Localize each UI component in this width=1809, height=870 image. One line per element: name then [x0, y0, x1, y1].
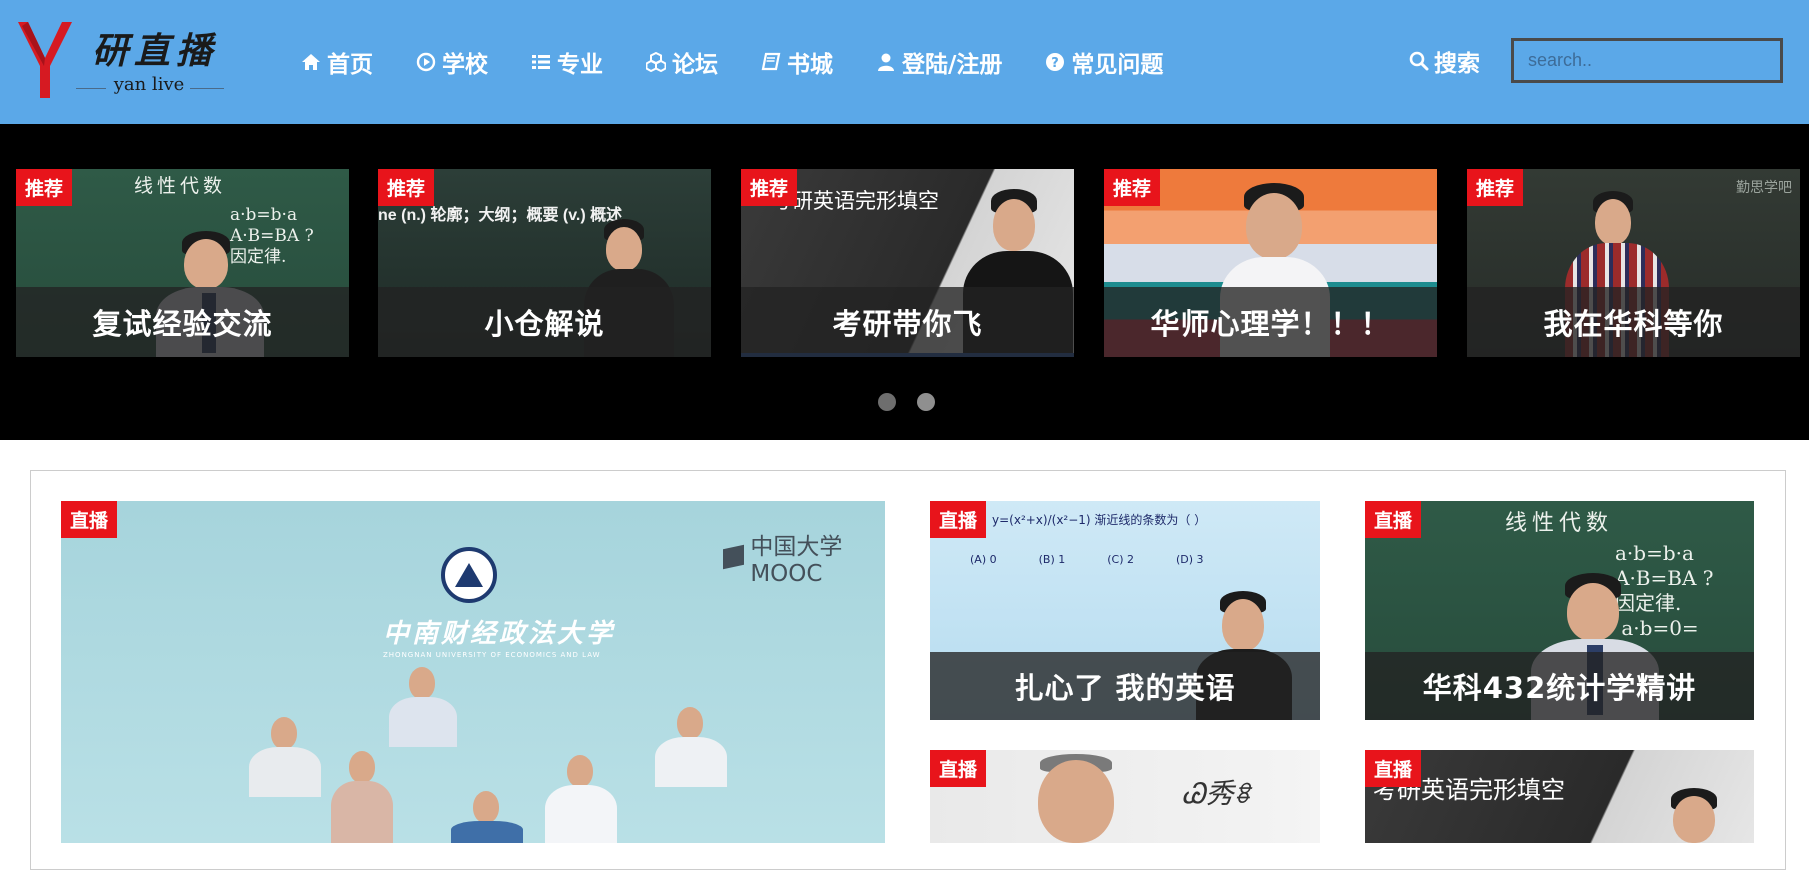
slide-title: 华师心理学！！！ — [1104, 287, 1437, 357]
nav-label: 首页 — [327, 52, 373, 78]
main-nav: 首页 学校 专业 论坛 书城 登陆/注册 ? 常见问题 — [300, 44, 1205, 80]
carousel-slide[interactable]: 勤思学吧 推荐 我在华科等你 — [1467, 169, 1800, 357]
nav-label: 书城 — [787, 52, 833, 78]
slide-title: 复试经验交流 — [16, 287, 349, 357]
recommended-badge: 推荐 — [1467, 169, 1524, 206]
live-thumbnail: Ꮚ秀ꗊ — [930, 750, 1320, 843]
search-icon — [1408, 50, 1430, 72]
search-button[interactable]: 搜索 — [1408, 44, 1480, 78]
carousel-pagination — [878, 393, 956, 411]
nav-item-forum[interactable]: 论坛 — [645, 45, 718, 79]
carousel-slide[interactable]: 线性代数 a·b=b·a A·B=BA ? 因定律. 推荐 复试经验交流 — [16, 169, 349, 357]
live-badge: 直播 — [1365, 501, 1422, 538]
nav-item-faq[interactable]: ? 常见问题 — [1044, 45, 1163, 79]
recommended-badge: 推荐 — [1104, 169, 1161, 206]
faculty-figure — [385, 667, 461, 747]
logo-english-text: yan live — [113, 74, 185, 95]
svg-text:?: ? — [1052, 56, 1060, 71]
slide-watermark: 勤思学吧 — [1736, 180, 1792, 196]
live-card-title: 扎心了 我的英语 — [930, 652, 1320, 720]
logo-divider — [190, 88, 224, 89]
search-label: 搜索 — [1434, 51, 1480, 77]
slide-title: 我在华科等你 — [1467, 287, 1800, 357]
nav-label: 常见问题 — [1071, 52, 1164, 78]
nav-item-school[interactable]: 学校 — [415, 45, 488, 79]
mooc-label: 中国大学MOOC — [750, 534, 843, 587]
nav-item-home[interactable]: 首页 — [300, 45, 373, 79]
live-card[interactable]: Ꮚ秀ꗊ 直播 — [930, 750, 1320, 843]
mooc-icon — [723, 544, 745, 570]
logo-chinese-text: 研直播 — [92, 30, 219, 72]
nav-label: 论坛 — [672, 52, 718, 78]
signature-graphic: Ꮚ秀ꗊ — [1182, 777, 1251, 810]
nav-label: 学校 — [442, 52, 488, 78]
university-name: 中南财经政法大学 — [383, 619, 616, 649]
question-circle-icon: ? — [1044, 51, 1066, 73]
slide-question-text: y=(x²+x)/(x²−1) 渐近线的条数为（ ） — [992, 513, 1207, 527]
carousel-slide[interactable]: 考研英语完形填空 推荐 考研带你飞 — [741, 169, 1074, 357]
lecturer-figure — [1022, 754, 1132, 843]
chalkboard-text: 线性代数 — [1505, 511, 1614, 536]
chalkboard-text: 线性代数 — [134, 175, 227, 197]
slide-title: 小仓解说 — [378, 287, 711, 357]
carousel-slide[interactable]: 推荐 华师心理学！！！ — [1104, 169, 1437, 357]
nav-item-login[interactable]: 登陆/注册 — [875, 45, 1002, 79]
university-name-en: ZHONGNAN UNIVERSITY OF ECONOMICS AND LAW — [383, 651, 601, 659]
faculty-figure — [541, 755, 621, 843]
live-card-title: 华科432统计学精讲 — [1365, 652, 1754, 720]
faculty-figure — [245, 717, 325, 797]
nav-item-major[interactable]: 专业 — [530, 45, 603, 79]
live-badge: 直播 — [930, 501, 987, 538]
site-logo[interactable]: 研直播 yan live — [14, 18, 224, 106]
lecturer-figure — [1647, 788, 1743, 843]
live-card[interactable]: 线性代数 a·b=b·a A·B=BA ? 因定律. a·b=0= 直播 华科432… — [1365, 501, 1754, 720]
home-icon — [300, 51, 322, 73]
university-emblem-icon — [441, 547, 497, 603]
featured-thumbnail: 中国大学MOOC 中南财经政法大学 ZHONGNAN UNIVERSITY OF… — [61, 501, 885, 843]
featured-live-card[interactable]: 中国大学MOOC 中南财经政法大学 ZHONGNAN UNIVERSITY OF… — [61, 501, 885, 843]
nav-label: 专业 — [557, 52, 603, 78]
slide-title: 考研带你飞 — [741, 287, 1074, 357]
carousel-dot-1[interactable] — [878, 393, 896, 411]
mooc-watermark: 中国大学MOOC — [723, 527, 885, 587]
nav-item-bookstore[interactable]: 书城 — [760, 45, 833, 79]
play-circle-icon — [415, 51, 437, 73]
live-card[interactable]: y=(x²+x)/(x²−1) 渐近线的条数为（ ） (A) 0 (B) 1 (… — [930, 501, 1320, 720]
cubes-icon — [645, 51, 667, 73]
live-card[interactable]: 考研英语完形填空 直播 — [1365, 750, 1754, 843]
carousel-slide[interactable]: ne (n.) 轮廓；大纲；概要 (v.) 概述 推荐 小仓解说 — [378, 169, 711, 357]
live-badge: 直播 — [1365, 750, 1422, 787]
carousel-dot-2[interactable] — [917, 393, 935, 411]
recommended-carousel: 线性代数 a·b=b·a A·B=BA ? 因定律. 推荐 复试经验交流 ne (n… — [0, 124, 1809, 440]
user-icon — [875, 51, 897, 73]
nav-label: 登陆/注册 — [902, 52, 1003, 78]
live-badge: 直播 — [61, 501, 118, 538]
live-thumbnail: 考研英语完形填空 — [1365, 750, 1754, 843]
book-icon — [760, 51, 782, 73]
live-badge: 直播 — [930, 750, 987, 787]
faculty-figure — [651, 707, 731, 787]
slide-options: (A) 0 (B) 1 (C) 2 (D) 3 — [970, 553, 1204, 566]
logo-mark-icon — [18, 22, 72, 98]
faculty-figure — [447, 791, 527, 843]
recommended-badge: 推荐 — [16, 169, 73, 206]
site-header: 研直播 yan live 首页 学校 专业 论坛 书城 登陆/注册 ? 常见问题… — [0, 0, 1809, 124]
search-input[interactable] — [1511, 38, 1783, 83]
faculty-figure — [327, 751, 397, 843]
recommended-badge: 推荐 — [741, 169, 798, 206]
recommended-badge: 推荐 — [378, 169, 435, 206]
list-icon — [530, 51, 552, 73]
